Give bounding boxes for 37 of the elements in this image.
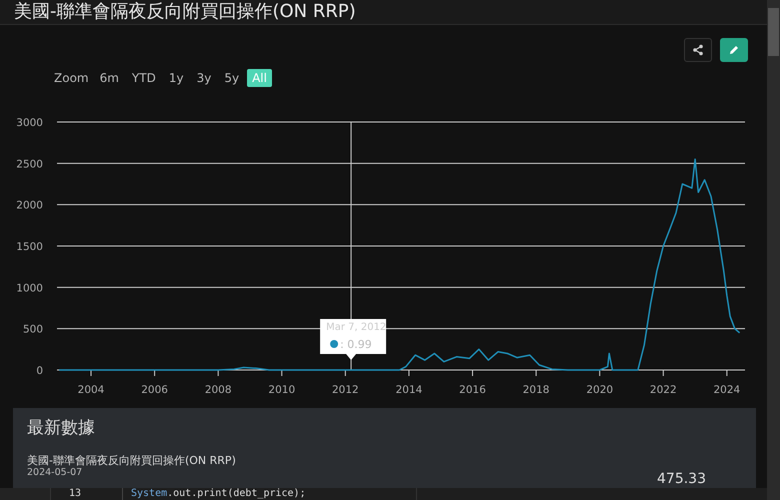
range-button[interactable]: 6m — [94, 68, 124, 87]
x-axis-label: 2014 — [396, 384, 422, 396]
latest-value: 475.33 — [657, 471, 706, 488]
y-axis-label: 2000 — [16, 200, 43, 212]
y-axis-label: 500 — [22, 324, 43, 336]
x-axis-label: 2008 — [204, 384, 232, 396]
series-name: 美國-聯準會隔夜反向附買回操作(ON RRP) — [27, 454, 236, 468]
x-axis-label: 2016 — [459, 384, 486, 396]
range-button[interactable]: 5y — [219, 68, 244, 87]
x-axis-label: 2012 — [332, 384, 359, 396]
y-axis-label: 2500 — [16, 158, 43, 170]
data-date: 2024-05-07 — [27, 467, 82, 480]
page-title: 美國-聯準會隔夜反向附買回操作(ON RRP) — [14, 0, 356, 23]
y-axis-label: 1000 — [16, 282, 43, 294]
zoom-label: Zoom — [54, 70, 89, 85]
x-axis-label: 2020 — [586, 384, 614, 396]
x-axis-label: 2004 — [78, 384, 104, 396]
y-axis-label: 1500 — [16, 240, 43, 253]
section-heading: 最新數據 — [26, 417, 95, 440]
code-line: System.out.print(debt_price); — [123, 488, 417, 500]
y-axis-label: 3000 — [16, 116, 43, 129]
y-axis-label: 0 — [36, 364, 43, 377]
tooltip-background — [320, 318, 386, 360]
share-button[interactable] — [684, 38, 712, 62]
line-number: 13 — [51, 488, 123, 500]
edit-button[interactable] — [720, 38, 748, 62]
range-button[interactable]: YTD — [126, 68, 161, 87]
range-button[interactable]: 3y — [192, 68, 216, 87]
x-axis-label: 2010 — [268, 384, 296, 396]
x-axis-label: 2018 — [522, 384, 550, 396]
pencil-icon — [728, 44, 740, 56]
x-axis-label: 2006 — [141, 384, 168, 396]
x-axis-label: 2022 — [650, 384, 677, 396]
share-icon — [692, 44, 704, 56]
tooltip-value: : 0.99 — [340, 338, 372, 351]
x-axis-label: 2024 — [714, 384, 740, 396]
range-button[interactable]: 1y — [164, 68, 189, 87]
